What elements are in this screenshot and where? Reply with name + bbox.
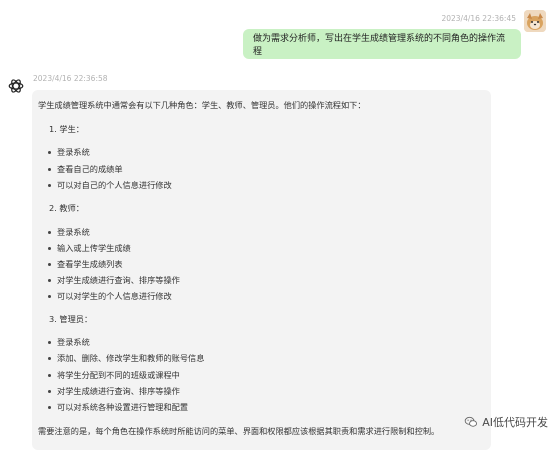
user-message-text: 做为需求分析师，写出在学生成绩管理系统的不同角色的操作流程 <box>253 34 506 57</box>
list-item: 可以对学生的个人信息进行修改 <box>48 291 172 301</box>
bot-intro-text: 学生成绩管理系统中通常会有以下几种角色：学生、教师、管理员。他们的操作流程如下： <box>38 100 366 110</box>
list-item: 登录系统 <box>48 147 90 157</box>
openai-logo-icon <box>8 79 24 93</box>
list-item: 对学生成绩进行查询、排序等操作 <box>48 386 180 396</box>
list-item: 输入或上传学生成绩 <box>48 243 131 253</box>
dog-avatar-icon <box>524 10 546 32</box>
watermark: AI低代码开发 <box>464 414 548 430</box>
list-item: 可以对自己的个人信息进行修改 <box>48 180 172 190</box>
user-avatar[interactable] <box>524 10 546 32</box>
list-item: 可以对系统各种设置进行管理和配置 <box>47 402 189 412</box>
role-heading-admin: 3. 管理员： <box>49 314 93 324</box>
list-item: 对学生成绩进行查询、排序等操作 <box>48 275 180 285</box>
user-message-timestamp: 2023/4/16 22:36:45 <box>441 14 516 23</box>
watermark-text: AI低代码开发 <box>482 416 548 429</box>
bot-avatar[interactable] <box>6 76 26 96</box>
list-item: 查看学生成绩列表 <box>48 259 123 269</box>
user-message-bubble: 做为需求分析师，写出在学生成绩管理系统的不同角色的操作流程 <box>243 29 521 59</box>
list-item: 查看自己的成绩单 <box>48 164 123 174</box>
role-heading-student: 1. 学生： <box>49 124 84 134</box>
bot-message-bubble: 学生成绩管理系统中通常会有以下几种角色：学生、教师、管理员。他们的操作流程如下：… <box>32 90 491 450</box>
list-item: 添加、删除、修改学生和教师的账号信息 <box>47 353 205 363</box>
list-item: 登录系统 <box>48 227 90 237</box>
wechat-icon <box>464 416 478 427</box>
bot-message-timestamp: 2023/4/16 22:36:58 <box>33 74 108 83</box>
role-heading-teacher: 2. 教师： <box>49 203 84 213</box>
list-item: 将学生分配到不同的班级或课程中 <box>48 370 180 380</box>
list-item: 登录系统 <box>48 337 90 347</box>
bot-note-text: 需要注意的是，每个角色在操作系统时所能访问的菜单、界面和权限都应该根据其职责和需… <box>38 426 440 436</box>
